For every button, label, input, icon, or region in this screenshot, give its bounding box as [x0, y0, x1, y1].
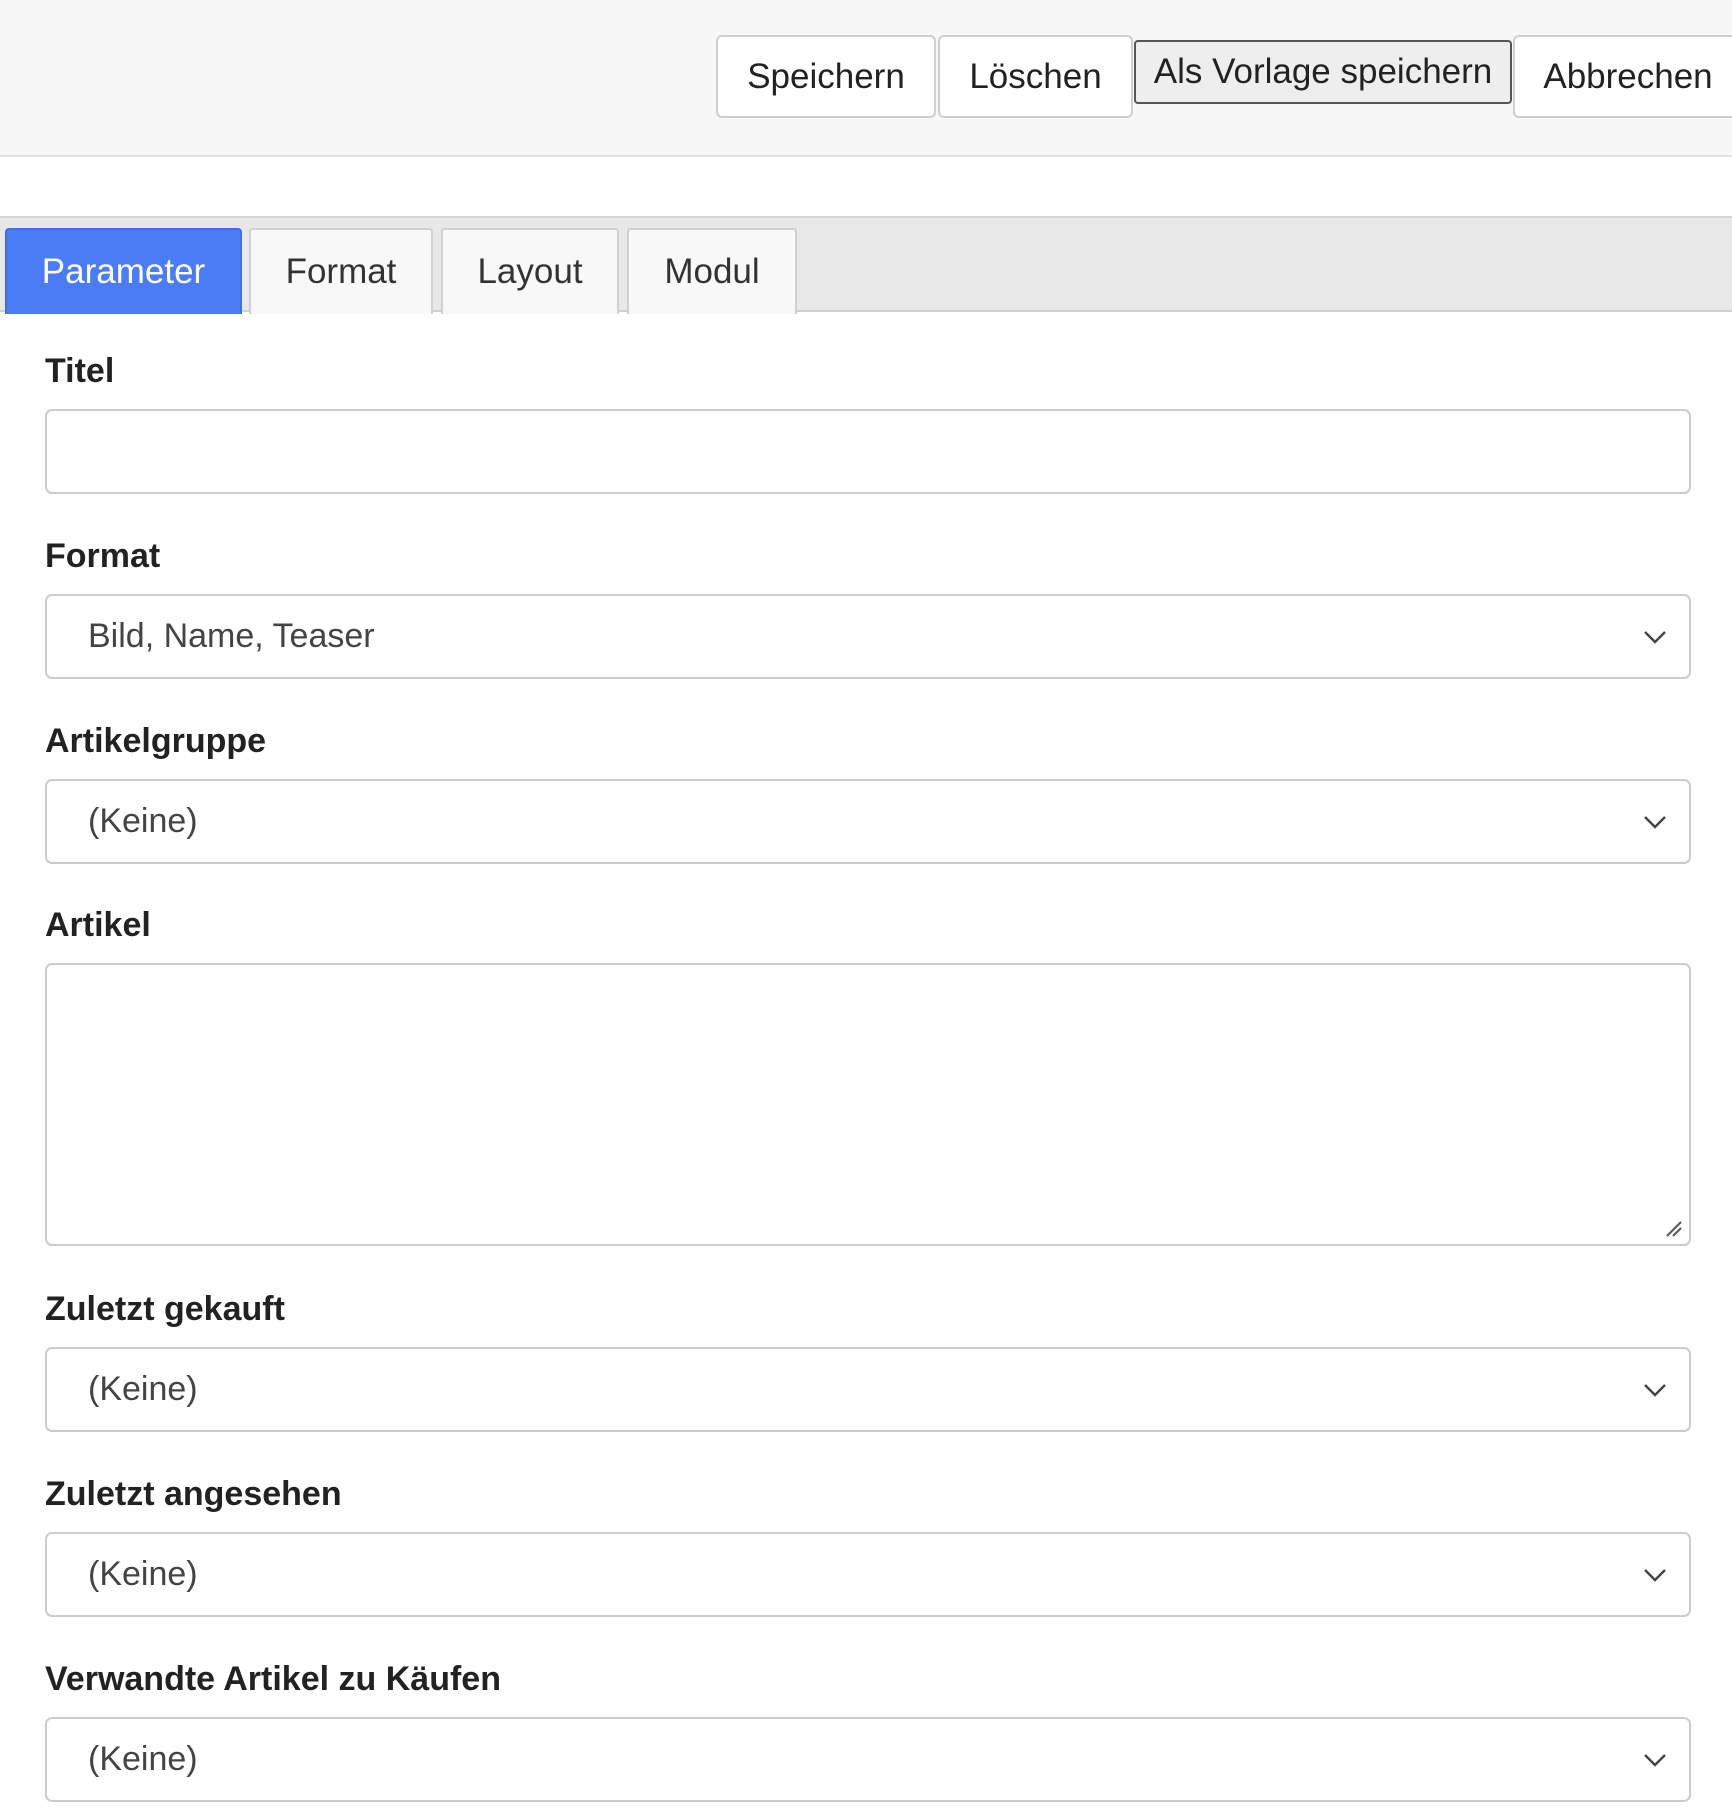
chevron-down-icon	[1644, 1383, 1666, 1397]
resize-grip-icon[interactable]	[1663, 1218, 1683, 1238]
save-button[interactable]: Speichern	[716, 35, 936, 118]
tab-parameter[interactable]: Parameter	[5, 228, 242, 314]
article-group-select-value: (Keine)	[88, 802, 198, 840]
save-as-template-button[interactable]: Als Vorlage speichern	[1134, 40, 1512, 104]
last-viewed-select-value: (Keine)	[88, 1555, 198, 1593]
title-label: Titel	[45, 352, 115, 390]
tab-modul[interactable]: Modul	[627, 228, 797, 314]
article-label: Artikel	[45, 906, 151, 944]
related-to-buy-select[interactable]: (Keine)	[45, 1717, 1691, 1802]
article-textarea[interactable]	[45, 963, 1691, 1246]
last-bought-select[interactable]: (Keine)	[45, 1347, 1691, 1432]
article-group-select[interactable]: (Keine)	[45, 779, 1691, 864]
related-to-buy-select-value: (Keine)	[88, 1740, 198, 1778]
chevron-down-icon	[1644, 630, 1666, 644]
format-select[interactable]: Bild, Name, Teaser	[45, 594, 1691, 679]
last-bought-label: Zuletzt gekauft	[45, 1290, 285, 1328]
cancel-button[interactable]: Abbrechen	[1513, 35, 1732, 118]
delete-button[interactable]: Löschen	[938, 35, 1133, 118]
article-group-label: Artikelgruppe	[45, 722, 267, 760]
title-input[interactable]	[45, 409, 1691, 494]
last-viewed-select[interactable]: (Keine)	[45, 1532, 1691, 1617]
toolbar: Speichern Löschen Als Vorlage speichern …	[0, 0, 1732, 157]
tab-format[interactable]: Format	[249, 228, 433, 314]
tab-layout[interactable]: Layout	[441, 228, 619, 314]
chevron-down-icon	[1644, 1753, 1666, 1767]
related-to-buy-label: Verwandte Artikel zu Käufen	[45, 1660, 501, 1698]
chevron-down-icon	[1644, 1568, 1666, 1582]
format-label: Format	[45, 537, 161, 575]
last-bought-select-value: (Keine)	[88, 1370, 198, 1408]
chevron-down-icon	[1644, 815, 1666, 829]
format-select-value: Bild, Name, Teaser	[88, 617, 375, 655]
tab-bar: Parameter Format Layout Modul	[0, 216, 1732, 314]
last-viewed-label: Zuletzt angesehen	[45, 1475, 342, 1513]
